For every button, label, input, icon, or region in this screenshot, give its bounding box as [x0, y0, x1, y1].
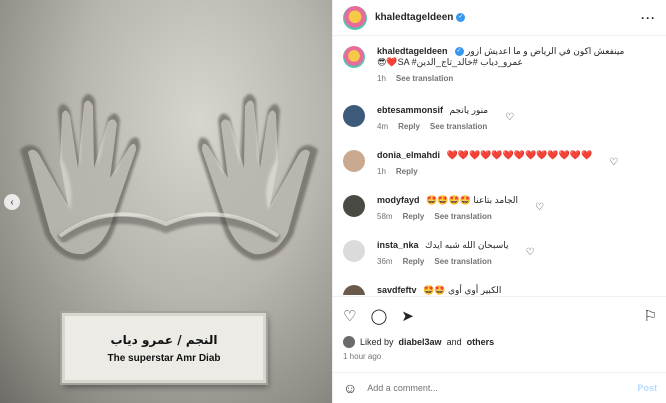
- commenter-avatar[interactable]: [343, 240, 365, 262]
- heart-icon[interactable]: ♡: [505, 112, 514, 123]
- liked-by-user[interactable]: diabel3aw: [399, 337, 442, 347]
- comment-item: ebtesammonsif منور يانجم 4m Reply See tran…: [333, 105, 522, 131]
- post-comment-button[interactable]: Post: [637, 383, 657, 393]
- heart-icon[interactable]: ♡: [535, 202, 544, 213]
- caption-username[interactable]: khaledtageldeen: [377, 46, 448, 56]
- see-translation-link[interactable]: See translation: [434, 257, 491, 266]
- liked-by-others[interactable]: others: [467, 337, 495, 347]
- liked-by-line: Liked by diabel3aw and others: [343, 336, 494, 348]
- share-send-icon[interactable]: ➤: [401, 307, 414, 325]
- like-heart-icon[interactable]: ♡: [343, 307, 356, 325]
- comment-username[interactable]: donia_elmahdi: [377, 150, 440, 160]
- comment-username[interactable]: modyfayd: [377, 195, 420, 205]
- plaque-english-text: The superstar Amr Diab: [107, 352, 221, 364]
- name-plaque: النجم / عمرو دياب The superstar Amr Diab: [62, 313, 266, 383]
- chevron-left-icon[interactable]: ‹: [4, 194, 20, 210]
- heart-icon[interactable]: ♡: [526, 247, 535, 258]
- bookmark-icon[interactable]: ⚐: [644, 307, 657, 325]
- reply-button[interactable]: Reply: [398, 122, 420, 131]
- comment-text: 🤩🤩 الكبير أوي أوي: [423, 285, 502, 295]
- plaque-arabic-text: النجم / عمرو دياب: [110, 332, 218, 347]
- add-comment-bar: ☺ Post: [333, 372, 666, 403]
- emoji-icon[interactable]: ☺: [343, 380, 357, 396]
- reply-button[interactable]: Reply: [403, 212, 425, 221]
- reply-button[interactable]: Reply: [396, 167, 418, 176]
- see-translation-link[interactable]: See translation: [396, 74, 453, 83]
- see-translation-link[interactable]: See translation: [434, 212, 491, 221]
- verified-badge-icon: ✓: [454, 47, 464, 57]
- post-caption: khaledtageldeen ✓ مينفعش اكون في الرياض و…: [333, 46, 666, 83]
- comment-time: 4m: [377, 122, 389, 131]
- liked-by-and: and: [446, 337, 462, 347]
- comment-item: savdfeftv 🤩🤩 الكبير أوي أوي: [333, 285, 535, 295]
- comment-bubble-icon[interactable]: ◯: [370, 307, 387, 325]
- more-options-icon[interactable]: ···: [641, 11, 656, 25]
- commenter-avatar[interactable]: [343, 105, 365, 127]
- author-avatar[interactable]: [343, 46, 365, 68]
- comment-time: 58m: [377, 212, 393, 221]
- reply-button[interactable]: Reply: [403, 257, 425, 266]
- comment-text: ياسبحان الله شبه ايدك: [425, 240, 509, 250]
- commenter-avatar[interactable]: [343, 195, 365, 217]
- post-media[interactable]: النجم / عمرو دياب The superstar Amr Diab…: [0, 0, 332, 403]
- comment-input[interactable]: [367, 383, 628, 393]
- post-header: khaledtageldeen ✓ ···: [333, 0, 666, 36]
- verified-badge-icon: ✓: [456, 12, 466, 22]
- comment-item: insta_nka ياسبحان الله شبه ايدك 36m Reply…: [333, 240, 543, 266]
- author-username[interactable]: khaledtageldeen ✓: [375, 12, 466, 23]
- post-actions-bar: ♡ ◯ ➤ ⚐: [333, 296, 666, 334]
- caption-time: 1h: [377, 74, 386, 83]
- comment-text: 🤩🤩🤩🤩 الجامد بتاعنا: [426, 195, 518, 205]
- comment-time: 1h: [377, 167, 386, 176]
- post-side-panel: khaledtageldeen ✓ ··· khaledtageldeen ✓ مي…: [332, 0, 666, 403]
- comments-list: khaledtageldeen ✓ مينفعش اكون في الرياض و…: [333, 37, 666, 295]
- comment-username[interactable]: savdfeftv: [377, 285, 417, 295]
- commenter-avatar[interactable]: [343, 285, 365, 295]
- liked-by-prefix: Liked by: [360, 337, 394, 347]
- author-avatar[interactable]: [343, 5, 367, 30]
- comment-text: ❤️❤️❤️❤️❤️❤️❤️❤️❤️❤️❤️❤️❤️: [446, 150, 593, 160]
- liker-avatar[interactable]: [343, 336, 355, 348]
- commenter-avatar[interactable]: [343, 150, 365, 172]
- comment-username[interactable]: ebtesammonsif: [377, 105, 443, 115]
- see-translation-link[interactable]: See translation: [430, 122, 487, 131]
- comment-text: منور يانجم: [449, 105, 489, 115]
- comment-item: modyfayd 🤩🤩🤩🤩 الجامد بتاعنا 58m Reply See …: [333, 195, 552, 221]
- comment-time: 36m: [377, 257, 393, 266]
- comment-username[interactable]: insta_nka: [377, 240, 419, 250]
- heart-icon[interactable]: ♡: [609, 157, 618, 168]
- comment-item: donia_elmahdi ❤️❤️❤️❤️❤️❤️❤️❤️❤️❤️❤️❤️❤️…: [333, 150, 626, 176]
- post-timestamp: 1 hour ago: [343, 352, 382, 361]
